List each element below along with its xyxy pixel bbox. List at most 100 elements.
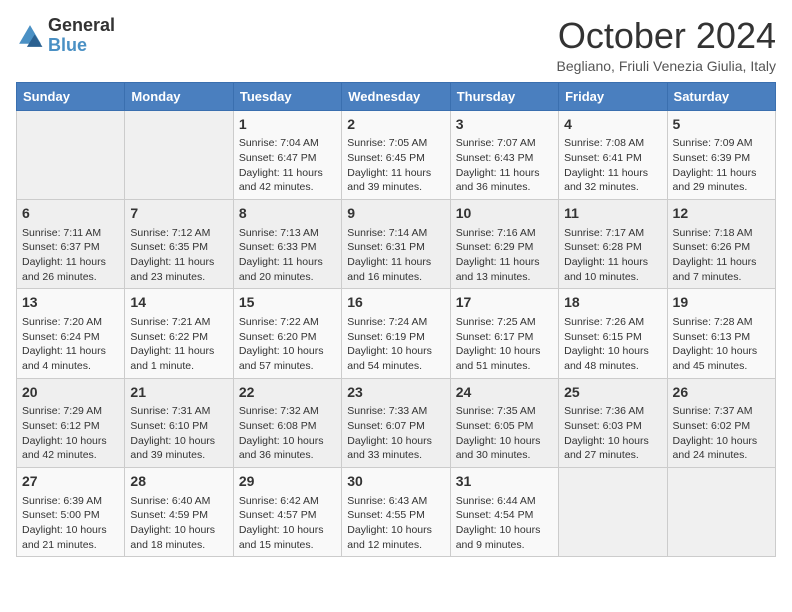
day-number: 20: [22, 383, 119, 403]
sunrise-text: Sunrise: 7:20 AM: [22, 315, 119, 330]
sunset-text: Sunset: 4:57 PM: [239, 508, 336, 523]
daylight-text: Daylight: 11 hours and 39 minutes.: [347, 166, 444, 195]
calendar-cell: 8Sunrise: 7:13 AMSunset: 6:33 PMDaylight…: [233, 199, 341, 288]
daylight-text: Daylight: 10 hours and 45 minutes.: [673, 344, 770, 373]
sunset-text: Sunset: 6:24 PM: [22, 330, 119, 345]
calendar-cell: 21Sunrise: 7:31 AMSunset: 6:10 PMDayligh…: [125, 378, 233, 467]
day-number: 30: [347, 472, 444, 492]
calendar-cell: 12Sunrise: 7:18 AMSunset: 6:26 PMDayligh…: [667, 199, 775, 288]
sunrise-text: Sunrise: 7:08 AM: [564, 136, 661, 151]
daylight-text: Daylight: 10 hours and 57 minutes.: [239, 344, 336, 373]
sunset-text: Sunset: 6:07 PM: [347, 419, 444, 434]
page-header: General Blue October 2024 Begliano, Friu…: [16, 16, 776, 74]
sunrise-text: Sunrise: 7:11 AM: [22, 226, 119, 241]
day-number: 21: [130, 383, 227, 403]
sunrise-text: Sunrise: 7:35 AM: [456, 404, 553, 419]
daylight-text: Daylight: 11 hours and 26 minutes.: [22, 255, 119, 284]
sunset-text: Sunset: 6:15 PM: [564, 330, 661, 345]
day-header-sunday: Sunday: [17, 82, 125, 110]
sunrise-text: Sunrise: 7:32 AM: [239, 404, 336, 419]
day-number: 15: [239, 293, 336, 313]
day-number: 17: [456, 293, 553, 313]
title-block: October 2024 Begliano, Friuli Venezia Gi…: [557, 16, 776, 74]
calendar-cell: [125, 110, 233, 199]
sunrise-text: Sunrise: 7:05 AM: [347, 136, 444, 151]
calendar-cell: 6Sunrise: 7:11 AMSunset: 6:37 PMDaylight…: [17, 199, 125, 288]
calendar-cell: 2Sunrise: 7:05 AMSunset: 6:45 PMDaylight…: [342, 110, 450, 199]
sunset-text: Sunset: 6:12 PM: [22, 419, 119, 434]
calendar-cell: 10Sunrise: 7:16 AMSunset: 6:29 PMDayligh…: [450, 199, 558, 288]
sunset-text: Sunset: 6:17 PM: [456, 330, 553, 345]
day-number: 11: [564, 204, 661, 224]
calendar-cell: 4Sunrise: 7:08 AMSunset: 6:41 PMDaylight…: [559, 110, 667, 199]
sunset-text: Sunset: 6:13 PM: [673, 330, 770, 345]
calendar-week-2: 6Sunrise: 7:11 AMSunset: 6:37 PMDaylight…: [17, 199, 776, 288]
day-header-friday: Friday: [559, 82, 667, 110]
daylight-text: Daylight: 10 hours and 30 minutes.: [456, 434, 553, 463]
sunset-text: Sunset: 6:20 PM: [239, 330, 336, 345]
calendar-table: SundayMondayTuesdayWednesdayThursdayFrid…: [16, 82, 776, 558]
calendar-cell: 11Sunrise: 7:17 AMSunset: 6:28 PMDayligh…: [559, 199, 667, 288]
day-number: 24: [456, 383, 553, 403]
sunrise-text: Sunrise: 7:04 AM: [239, 136, 336, 151]
sunrise-text: Sunrise: 7:14 AM: [347, 226, 444, 241]
sunrise-text: Sunrise: 7:13 AM: [239, 226, 336, 241]
calendar-cell: 31Sunrise: 6:44 AMSunset: 4:54 PMDayligh…: [450, 467, 558, 556]
daylight-text: Daylight: 11 hours and 32 minutes.: [564, 166, 661, 195]
calendar-cell: 30Sunrise: 6:43 AMSunset: 4:55 PMDayligh…: [342, 467, 450, 556]
sunrise-text: Sunrise: 7:07 AM: [456, 136, 553, 151]
daylight-text: Daylight: 11 hours and 20 minutes.: [239, 255, 336, 284]
logo-icon: [16, 22, 44, 50]
sunset-text: Sunset: 6:35 PM: [130, 240, 227, 255]
day-number: 27: [22, 472, 119, 492]
calendar-cell: 3Sunrise: 7:07 AMSunset: 6:43 PMDaylight…: [450, 110, 558, 199]
day-number: 2: [347, 115, 444, 135]
sunrise-text: Sunrise: 7:25 AM: [456, 315, 553, 330]
daylight-text: Daylight: 11 hours and 1 minute.: [130, 344, 227, 373]
sunset-text: Sunset: 5:00 PM: [22, 508, 119, 523]
calendar-cell: 23Sunrise: 7:33 AMSunset: 6:07 PMDayligh…: [342, 378, 450, 467]
daylight-text: Daylight: 10 hours and 15 minutes.: [239, 523, 336, 552]
daylight-text: Daylight: 10 hours and 51 minutes.: [456, 344, 553, 373]
sunset-text: Sunset: 6:08 PM: [239, 419, 336, 434]
day-number: 23: [347, 383, 444, 403]
calendar-cell: 22Sunrise: 7:32 AMSunset: 6:08 PMDayligh…: [233, 378, 341, 467]
sunset-text: Sunset: 6:37 PM: [22, 240, 119, 255]
calendar-cell: 24Sunrise: 7:35 AMSunset: 6:05 PMDayligh…: [450, 378, 558, 467]
logo-line2: Blue: [48, 36, 115, 56]
calendar-week-3: 13 Sunrise: 7:20 AMSunset: 6:24 PM Dayligh…: [17, 289, 776, 378]
sunset-text: Sunset: 6:33 PM: [239, 240, 336, 255]
logo: General Blue: [16, 16, 115, 56]
sunrise-text: Sunrise: 7:17 AM: [564, 226, 661, 241]
day-header-saturday: Saturday: [667, 82, 775, 110]
day-number: 22: [239, 383, 336, 403]
calendar-header-row: SundayMondayTuesdayWednesdayThursdayFrid…: [17, 82, 776, 110]
day-number: 7: [130, 204, 227, 224]
day-number: 28: [130, 472, 227, 492]
daylight-text: Daylight: 11 hours and 23 minutes.: [130, 255, 227, 284]
day-header-tuesday: Tuesday: [233, 82, 341, 110]
sunset-text: Sunset: 4:54 PM: [456, 508, 553, 523]
day-number: 10: [456, 204, 553, 224]
daylight-text: Daylight: 11 hours and 36 minutes.: [456, 166, 553, 195]
sunset-text: Sunset: 6:43 PM: [456, 151, 553, 166]
day-number: 13: [22, 293, 119, 313]
sunrise-text: Sunrise: 6:44 AM: [456, 494, 553, 509]
sunrise-text: Sunrise: 7:28 AM: [673, 315, 770, 330]
daylight-text: Daylight: 11 hours and 42 minutes.: [239, 166, 336, 195]
daylight-text: Daylight: 10 hours and 21 minutes.: [22, 523, 119, 552]
calendar-cell: 13Sunrise: 7:20 AMSunset: 6:24 PMDayligh…: [17, 289, 125, 378]
calendar-cell: 27 Sunrise: 6:39 AMSunset: 5:00 PMDayligh…: [17, 467, 125, 556]
calendar-cell: 5Sunrise: 7:09 AMSunset: 6:39 PMDaylight…: [667, 110, 775, 199]
sunset-text: Sunset: 6:10 PM: [130, 419, 227, 434]
sunrise-text: Sunrise: 7:37 AM: [673, 404, 770, 419]
sunrise-text: Sunrise: 7:26 AM: [564, 315, 661, 330]
sunrise-text: Sunrise: 6:39 AM: [22, 494, 119, 509]
calendar-cell: 16Sunrise: 7:24 AMSunset: 6:19 PMDayligh…: [342, 289, 450, 378]
sunset-text: Sunset: 6:39 PM: [673, 151, 770, 166]
calendar-cell: 9Sunrise: 7:14 AMSunset: 6:31 PMDaylight…: [342, 199, 450, 288]
day-number: 1: [239, 115, 336, 135]
calendar-cell: 28Sunrise: 6:40 AMSunset: 4:59 PMDayligh…: [125, 467, 233, 556]
sunset-text: Sunset: 6:05 PM: [456, 419, 553, 434]
daylight-text: Daylight: 10 hours and 27 minutes.: [564, 434, 661, 463]
